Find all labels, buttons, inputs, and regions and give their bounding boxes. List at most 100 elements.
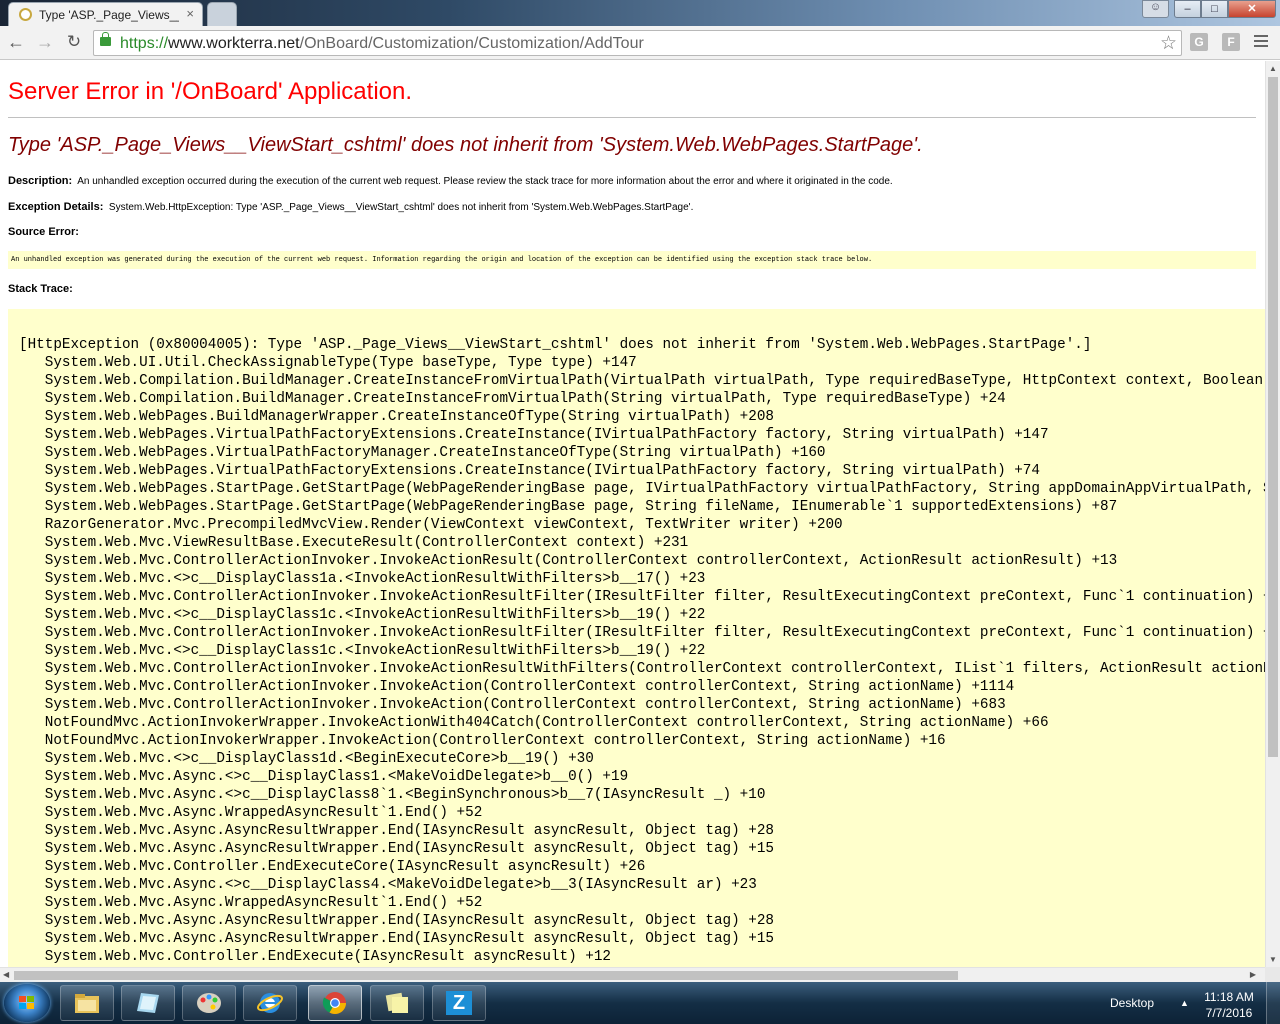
close-tab-icon[interactable]: ×: [186, 6, 194, 21]
stack-trace-line: System.Web.Mvc.ViewResultBase.ExecuteRes…: [44, 535, 689, 551]
clock-date[interactable]: 7/7/2016: [1203, 1006, 1255, 1020]
stack-trace-line: System.Web.Mvc.Async.AsyncResultWrapper.…: [44, 841, 774, 857]
stack-trace-line: NotFoundMvc.ActionInvokerWrapper.InvokeA…: [44, 733, 946, 749]
stack-trace-line: NotFoundMvc.ActionInvokerWrapper.InvokeA…: [44, 715, 1049, 731]
new-tab-button[interactable]: [207, 2, 237, 26]
exception-details-label: Exception Details:: [8, 201, 104, 213]
source-error-row: Source Error:: [8, 226, 79, 238]
windows-logo-icon: [19, 996, 35, 1010]
exception-heading: Type 'ASP._Page_Views__ViewStart_cshtml'…: [8, 134, 923, 156]
url-scheme: https://: [120, 35, 169, 52]
taskbar-z-app[interactable]: Z: [432, 985, 486, 1021]
stack-trace-line: System.Web.WebPages.VirtualPathFactoryMa…: [44, 445, 826, 461]
browser-tab-active[interactable]: Type 'ASP._Page_Views__\ ×: [8, 2, 203, 26]
page-title: Server Error in '/OnBoard' Application.: [8, 78, 413, 105]
stack-trace-line: System.Web.Mvc.Async.<>c__DisplayClass8`…: [44, 787, 766, 803]
taskbar-notes[interactable]: [121, 985, 175, 1021]
address-bar[interactable]: https://www.workterra.net/OnBoard/Custom…: [93, 30, 1182, 56]
stack-trace-line: System.Web.Compilation.BuildManager.Crea…: [44, 391, 1006, 407]
show-desktop-button[interactable]: [1266, 982, 1280, 1024]
taskbar-chrome[interactable]: [308, 985, 362, 1021]
show-hidden-icons-icon[interactable]: ▲: [1180, 998, 1189, 1008]
taskbar-paint[interactable]: [182, 985, 236, 1021]
stack-trace-line: System.Web.Mvc.<>c__DisplayClass1c.<Invo…: [44, 643, 706, 659]
description-label: Description:: [8, 175, 73, 187]
stack-trace-line: System.Web.WebPages.VirtualPathFactoryEx…: [44, 463, 1040, 479]
stack-trace-row: Stack Trace:: [8, 283, 73, 295]
internet-explorer-icon: [257, 993, 283, 1013]
taskbar-internet-explorer[interactable]: [243, 985, 297, 1021]
stack-trace-line: System.Web.Mvc.ControllerActionInvoker.I…: [44, 679, 1015, 695]
extension-g-icon[interactable]: G: [1190, 33, 1208, 51]
z-app-icon: Z: [446, 991, 472, 1015]
stack-trace-line: System.Web.Compilation.BuildManager.Crea…: [44, 373, 1264, 389]
page-favicon-icon: [19, 8, 32, 21]
stack-trace-line: System.Web.Mvc.ControllerActionInvoker.I…: [44, 553, 1118, 569]
taskbar-file-explorer[interactable]: [60, 985, 114, 1021]
page-content: Server Error in '/OnBoard' Application. …: [0, 61, 1265, 967]
stack-trace-line: System.Web.WebPages.BuildManagerWrapper.…: [44, 409, 774, 425]
source-error-box: An unhandled exception was generated dur…: [8, 251, 1256, 269]
stack-trace-line: System.Web.Mvc.ControllerActionInvoker.I…: [44, 697, 1006, 713]
vertical-scrollbar[interactable]: ▲ ▼: [1265, 61, 1280, 967]
tab-title: Type 'ASP._Page_Views__\: [39, 8, 179, 22]
close-window-button[interactable]: ✕: [1228, 0, 1276, 18]
desktop-toolbar-label[interactable]: Desktop: [1110, 996, 1154, 1010]
browser-titlebar: Type 'ASP._Page_Views__\ × ☺ – □ ✕: [0, 0, 1280, 26]
scroll-right-arrow-icon[interactable]: ▶: [1250, 970, 1256, 979]
stack-trace-line: System.Web.Mvc.Async.AsyncResultWrapper.…: [44, 931, 774, 947]
title-divider: [8, 117, 1256, 118]
back-icon[interactable]: ←: [5, 32, 27, 54]
exception-details-row: Exception Details: System.Web.HttpExcept…: [8, 201, 693, 213]
browser-toolbar: ← → ↻ https://www.workterra.net/OnBoard/…: [0, 26, 1280, 60]
exception-details-text: System.Web.HttpException: Type 'ASP._Pag…: [108, 202, 694, 213]
stack-trace-line: System.Web.WebPages.StartPage.GetStartPa…: [44, 499, 1118, 515]
horizontal-scrollbar-thumb[interactable]: [14, 971, 958, 980]
reload-icon[interactable]: ↻: [63, 32, 85, 54]
source-error-label: Source Error:: [8, 226, 79, 238]
stack-trace-box: [HttpException (0x80004005): Type 'ASP._…: [8, 309, 1265, 967]
sticky-notes-icon: [385, 992, 408, 1013]
scrollbar-corner: [1265, 967, 1280, 982]
minimize-button[interactable]: –: [1174, 0, 1201, 18]
stack-trace-line: System.Web.Mvc.Async.<>c__DisplayClass4.…: [44, 877, 757, 893]
forward-icon[interactable]: →: [34, 32, 56, 54]
extension-f-icon[interactable]: F: [1222, 33, 1240, 51]
stack-trace-line: [HttpException (0x80004005): Type 'ASP._…: [19, 337, 1092, 353]
stack-trace-line: System.Web.Mvc.Controller.EndExecute(IAs…: [44, 949, 611, 965]
stack-trace-line: System.Web.Mvc.Async.<>c__DisplayClass1.…: [44, 769, 629, 785]
taskbar-sticky-notes[interactable]: [370, 985, 424, 1021]
lock-icon: [100, 32, 111, 46]
url-text[interactable]: https://www.workterra.net/OnBoard/Custom…: [120, 35, 644, 53]
stack-trace-line: System.Web.Mvc.ControllerActionInvoker.I…: [44, 661, 1265, 677]
stack-trace-line: System.Web.Mvc.Controller.EndExecuteCore…: [44, 859, 646, 875]
chrome-icon: [322, 992, 346, 1014]
menu-icon[interactable]: [1254, 35, 1268, 50]
clock-time[interactable]: 11:18 AM: [1203, 990, 1255, 1004]
stack-trace-line: System.Web.Mvc.ControllerActionInvoker.I…: [44, 589, 1265, 605]
stack-trace-line: System.Web.Mvc.<>c__DisplayClass1d.<Begi…: [44, 751, 594, 767]
stack-trace-line: System.Web.Mvc.Async.AsyncResultWrapper.…: [44, 913, 774, 929]
maximize-button[interactable]: □: [1201, 0, 1228, 18]
stack-trace-label: Stack Trace:: [8, 283, 73, 295]
stack-trace-line: System.Web.Mvc.Async.AsyncResultWrapper.…: [44, 823, 774, 839]
scroll-up-arrow-icon[interactable]: ▲: [1269, 64, 1277, 73]
profile-icon[interactable]: ☺: [1142, 0, 1169, 18]
taskbar: Z Desktop ▲ 11:18 AM 7/7/2016: [0, 982, 1280, 1024]
scroll-left-arrow-icon[interactable]: ◀: [3, 970, 9, 979]
stack-trace-line: System.Web.WebPages.StartPage.GetStartPa…: [44, 481, 1265, 497]
stack-trace-line: System.Web.Mvc.ControllerActionInvoker.I…: [44, 625, 1265, 641]
description-text: An unhandled exception occurred during t…: [77, 176, 893, 187]
bookmark-star-icon[interactable]: ☆: [1160, 32, 1177, 55]
stack-trace-line: System.Web.UI.Util.CheckAssignableType(T…: [44, 355, 637, 371]
folder-icon: [75, 994, 99, 1013]
stack-trace-line: System.Web.Mvc.<>c__DisplayClass1c.<Invo…: [44, 607, 706, 623]
stack-trace-line: System.Web.Mvc.Async.WrappedAsyncResult`…: [44, 895, 483, 911]
stack-trace-line: System.Web.Mvc.<>c__DisplayClass1a.<Invo…: [44, 571, 706, 587]
scroll-down-arrow-icon[interactable]: ▼: [1269, 955, 1277, 964]
horizontal-scrollbar[interactable]: ◀ ▶: [0, 967, 1265, 982]
start-button[interactable]: [4, 984, 50, 1022]
paint-palette-icon: [197, 993, 221, 1013]
stack-trace-line: RazorGenerator.Mvc.PrecompiledMvcView.Re…: [44, 517, 843, 533]
vertical-scrollbar-thumb[interactable]: [1268, 77, 1278, 757]
